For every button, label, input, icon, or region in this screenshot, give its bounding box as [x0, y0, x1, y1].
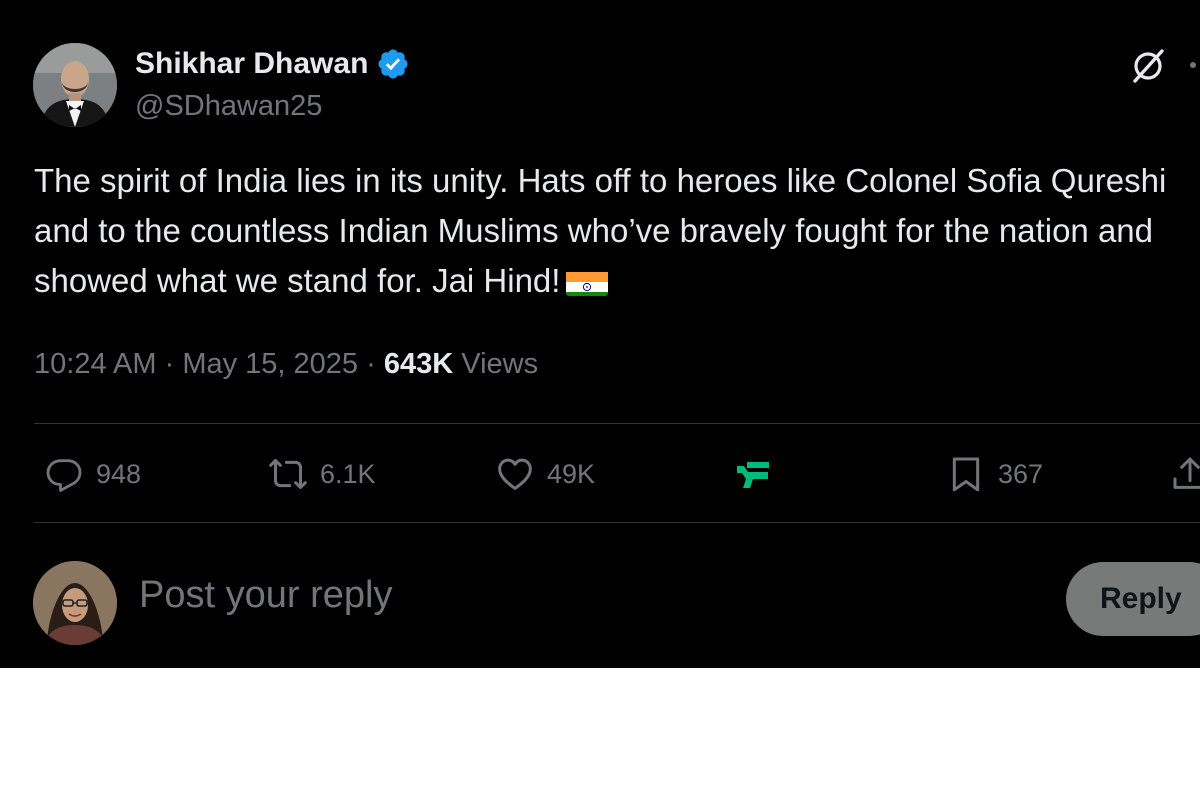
- bookmark-count: 367: [998, 458, 1044, 489]
- current-user-avatar[interactable]: [33, 561, 117, 645]
- repost-action[interactable]: 6.1K: [268, 452, 376, 496]
- heart-icon: [498, 458, 532, 490]
- divider: [34, 522, 1200, 523]
- post-detail-panel: Shikhar Dhawan @SDhawan25 The spirit of …: [0, 0, 1200, 668]
- bookmark-action[interactable]: 367: [946, 452, 1043, 496]
- post-text-block: The spirit of India lies in its unity. H…: [34, 156, 1194, 306]
- author-display-name[interactable]: Shikhar Dhawan: [135, 47, 368, 81]
- grok-icon[interactable]: [1130, 48, 1166, 84]
- views-count[interactable]: 643K: [384, 348, 453, 380]
- reply-action[interactable]: 948: [44, 452, 141, 496]
- like-count: 49K: [547, 458, 596, 489]
- reply-icon: [46, 459, 82, 492]
- repost-count: 6.1K: [320, 458, 376, 489]
- analytics-icon: [737, 462, 769, 488]
- reply-count: 948: [96, 458, 142, 489]
- share-action[interactable]: [1170, 452, 1200, 496]
- more-icon[interactable]: [1186, 58, 1200, 72]
- author-name-row[interactable]: Shikhar Dhawan: [135, 47, 410, 81]
- author-avatar[interactable]: [33, 43, 117, 127]
- reply-button[interactable]: Reply: [1066, 562, 1200, 636]
- bookmark-icon: [952, 457, 980, 492]
- author-avatar-image: [33, 43, 117, 127]
- indian-flag-icon: [566, 266, 609, 296]
- repost-icon: [269, 459, 307, 489]
- post-meta: 10:24 AM · May 15, 2025 · 643K Views: [34, 348, 538, 381]
- reply-input[interactable]: Post your reply: [139, 574, 392, 617]
- meta-separator: ·: [164, 348, 175, 380]
- author-handle[interactable]: @SDhawan25: [135, 90, 322, 123]
- meta-separator: ·: [366, 348, 376, 380]
- current-user-avatar-image: [33, 561, 117, 645]
- post-time[interactable]: 10:24 AM: [34, 348, 157, 380]
- views-label[interactable]: Views: [461, 348, 538, 380]
- analytics-action[interactable]: [733, 452, 773, 496]
- post-date[interactable]: May 15, 2025: [182, 348, 358, 380]
- divider: [34, 423, 1200, 424]
- share-icon: [1173, 457, 1200, 489]
- verified-badge-icon: [378, 49, 408, 79]
- like-action[interactable]: 49K: [495, 452, 595, 496]
